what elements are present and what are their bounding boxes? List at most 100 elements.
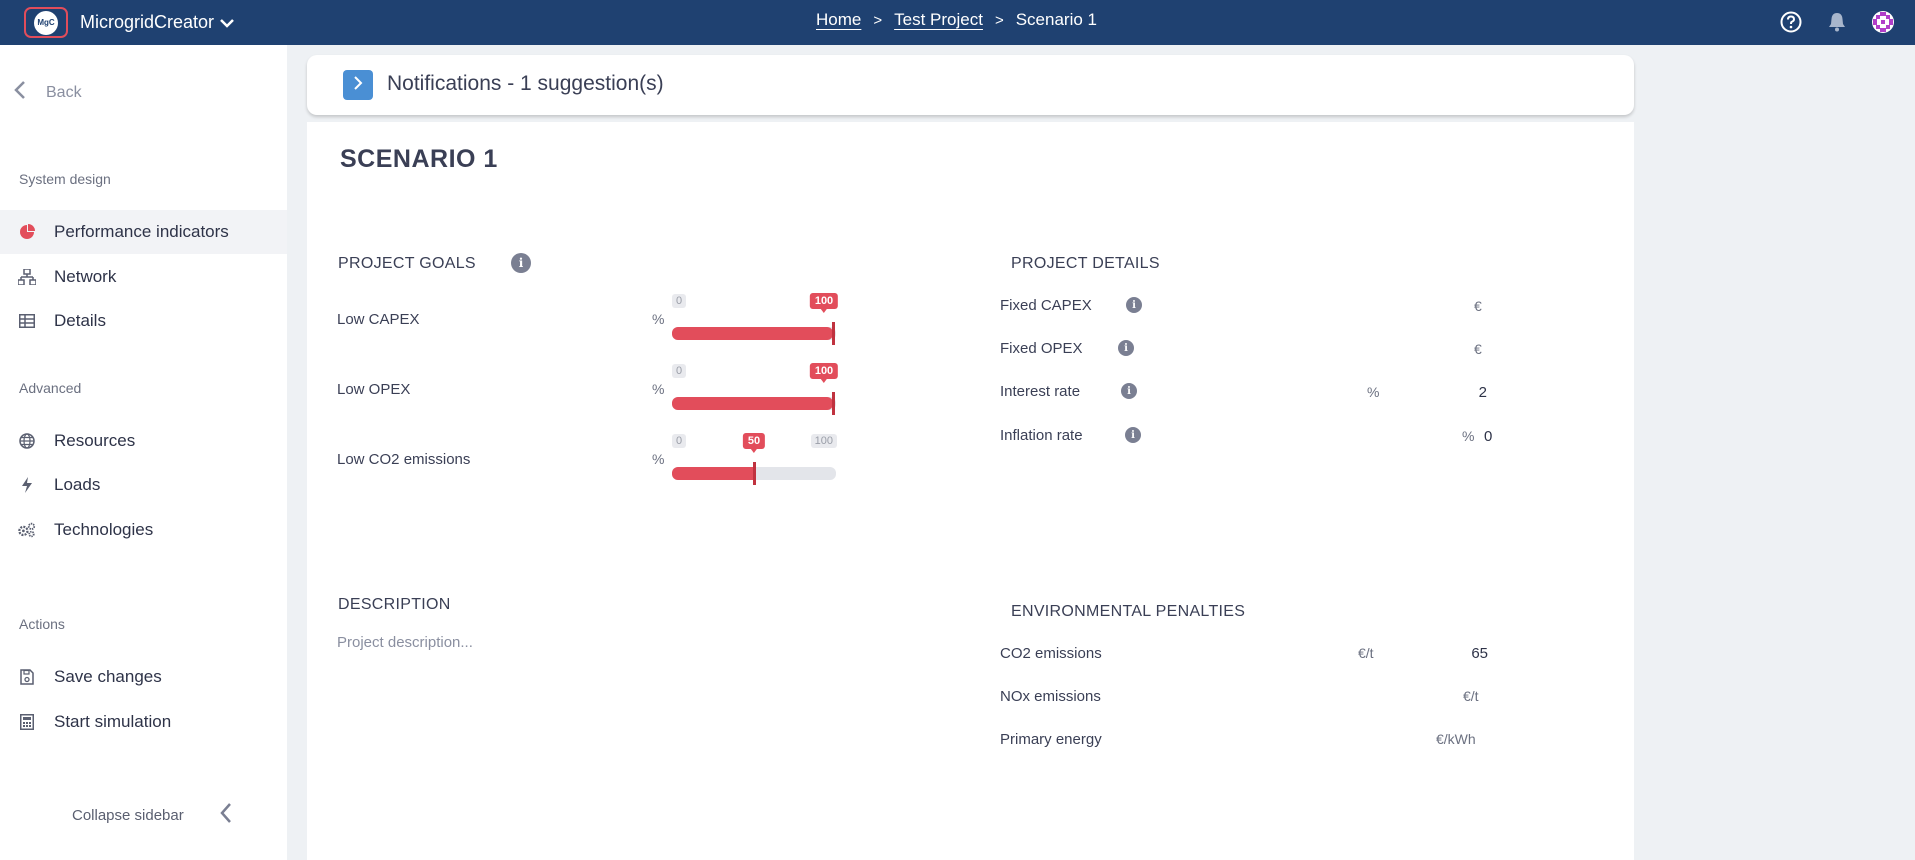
- breadcrumb-separator: >: [873, 11, 883, 29]
- logo-text: MgC: [34, 10, 58, 35]
- bell-icon[interactable]: [1825, 10, 1849, 34]
- table-icon: [18, 312, 36, 330]
- slider-track[interactable]: [672, 397, 836, 410]
- save-changes-button[interactable]: Save changes: [0, 655, 287, 699]
- sidebar-item-label: Details: [54, 311, 106, 330]
- penalty-label: NOx emissions: [1000, 688, 1101, 705]
- sidebar-item-performance-indicators[interactable]: Performance indicators: [0, 210, 287, 254]
- penalty-unit: €/kWh: [1436, 731, 1476, 747]
- environmental-penalties-heading: ENVIRONMENTAL PENALTIES: [1011, 603, 1246, 620]
- slider-track[interactable]: [672, 327, 836, 340]
- detail-unit: €: [1474, 298, 1482, 314]
- collapse-sidebar-button[interactable]: Collapse sidebar: [72, 802, 232, 828]
- detail-unit: %: [1462, 428, 1475, 444]
- app-switcher[interactable]: MicrogridCreator: [80, 12, 234, 33]
- sidebar-item-label: Start simulation: [54, 712, 172, 731]
- goal-unit: %: [652, 311, 665, 327]
- expand-notifications-button[interactable]: [343, 70, 373, 100]
- slider-value-label: 100: [809, 363, 839, 383]
- top-bar: MgC MicrogridCreator Home > Test Project…: [0, 0, 1915, 45]
- penalty-unit: €/t: [1358, 645, 1374, 661]
- section-actions: Actions: [19, 616, 65, 632]
- avatar-icon[interactable]: [1871, 10, 1895, 34]
- info-icon[interactable]: i: [1126, 297, 1142, 313]
- sidebar-item-resources[interactable]: Resources: [0, 419, 287, 463]
- breadcrumb-separator: >: [994, 11, 1004, 29]
- goal-slider[interactable]: 0 100 100: [672, 363, 839, 415]
- globe-icon: [18, 432, 36, 450]
- chevron-right-icon: [353, 75, 363, 96]
- penalty-label: Primary energy: [1000, 731, 1102, 748]
- back-label: Back: [46, 83, 82, 101]
- chevron-left-icon: [14, 80, 26, 105]
- slider-min-label: 0: [672, 294, 687, 308]
- goal-label: Low CO2 emissions: [337, 451, 471, 468]
- slider-fill: [672, 467, 754, 480]
- goal-label: Low OPEX: [337, 381, 411, 398]
- help-icon[interactable]: [1779, 10, 1803, 34]
- sidebar-item-technologies[interactable]: Technologies: [0, 508, 287, 552]
- app-name: MicrogridCreator: [80, 12, 215, 32]
- detail-unit: €: [1474, 341, 1482, 357]
- sidebar-item-label: Network: [54, 267, 117, 286]
- start-simulation-button[interactable]: Start simulation: [0, 700, 287, 744]
- gears-icon: [18, 521, 36, 539]
- slider-max-label: 100: [810, 434, 837, 448]
- app-logo[interactable]: MgC: [24, 7, 68, 38]
- interest-rate-input[interactable]: 2: [1427, 384, 1487, 401]
- calculator-icon: [18, 713, 36, 731]
- sidebar-item-label: Technologies: [54, 520, 154, 539]
- detail-label: Interest rate: [1000, 383, 1081, 400]
- back-button[interactable]: Back: [14, 80, 82, 105]
- slider-handle[interactable]: [832, 322, 835, 345]
- slider-fill: [672, 397, 833, 410]
- sidebar: Back System design Performance indicator…: [0, 45, 287, 860]
- section-system-design: System design: [19, 171, 111, 187]
- chevron-left-icon: [220, 802, 232, 828]
- slider-min-label: 0: [672, 434, 687, 448]
- sidebar-item-details[interactable]: Details: [0, 299, 287, 343]
- description-heading: DESCRIPTION: [338, 596, 451, 613]
- sidebar-item-label: Performance indicators: [54, 222, 229, 241]
- slider-value-label: 100: [809, 293, 839, 313]
- sidebar-item-label: Loads: [54, 475, 101, 494]
- breadcrumb-project[interactable]: Test Project: [894, 10, 983, 30]
- info-icon[interactable]: i: [511, 253, 531, 273]
- info-icon[interactable]: i: [1121, 383, 1137, 399]
- info-icon[interactable]: i: [1118, 340, 1134, 356]
- sidebar-item-loads[interactable]: Loads: [0, 463, 287, 507]
- pie-chart-icon: [18, 223, 36, 241]
- detail-label: Fixed CAPEX: [1000, 297, 1092, 314]
- info-icon[interactable]: i: [1125, 427, 1141, 443]
- slider-handle[interactable]: [753, 462, 756, 485]
- goal-label: Low CAPEX: [337, 311, 420, 328]
- goal-unit: %: [652, 451, 665, 467]
- section-advanced: Advanced: [19, 380, 82, 396]
- breadcrumb: Home > Test Project > Scenario 1: [816, 10, 1097, 30]
- notifications-title: Notifications - 1 suggestion(s): [387, 72, 664, 95]
- detail-label: Inflation rate: [1000, 427, 1083, 444]
- inflation-rate-input[interactable]: 0: [1484, 428, 1544, 445]
- slider-fill: [672, 327, 833, 340]
- chevron-down-icon: [220, 12, 234, 33]
- goal-slider[interactable]: 0 100 50: [672, 433, 837, 485]
- page-title: SCENARIO 1: [340, 145, 498, 173]
- breadcrumb-home[interactable]: Home: [816, 10, 861, 30]
- sidebar-item-label: Resources: [54, 431, 136, 450]
- detail-label: Fixed OPEX: [1000, 340, 1083, 357]
- collapse-sidebar-label: Collapse sidebar: [72, 806, 184, 824]
- slider-value-label: 50: [742, 433, 766, 453]
- save-icon: [18, 668, 36, 686]
- sidebar-item-network[interactable]: Network: [0, 255, 287, 299]
- detail-unit: %: [1367, 384, 1380, 400]
- scenario-panel: SCENARIO 1 PROJECT GOALS i Low CAPEX % 0…: [307, 122, 1634, 860]
- bolt-icon: [18, 476, 36, 494]
- slider-min-label: 0: [672, 364, 687, 378]
- co2-emissions-input[interactable]: 65: [1428, 645, 1488, 662]
- goal-slider[interactable]: 0 100 100: [672, 293, 839, 345]
- slider-handle[interactable]: [832, 392, 835, 415]
- goal-unit: %: [652, 381, 665, 397]
- project-goals-heading: PROJECT GOALS: [338, 255, 476, 272]
- notifications-panel: Notifications - 1 suggestion(s): [307, 55, 1634, 115]
- description-textarea[interactable]: Project description...: [337, 634, 937, 754]
